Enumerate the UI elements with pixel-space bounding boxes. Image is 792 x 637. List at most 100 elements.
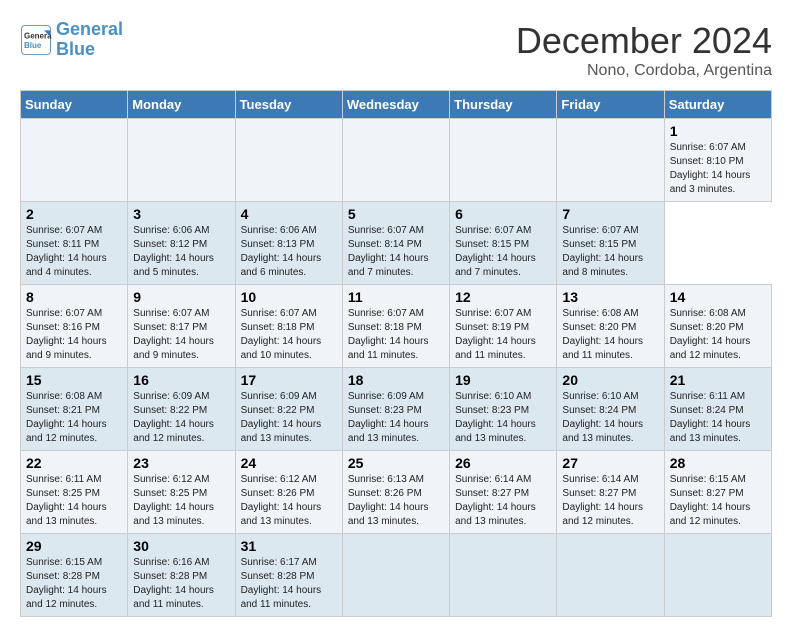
day-number: 5	[348, 206, 444, 222]
day-number: 19	[455, 372, 551, 388]
day-cell-22: 22Sunrise: 6:11 AMSunset: 8:25 PMDayligh…	[21, 451, 128, 534]
day-info: Sunrise: 6:10 AMSunset: 8:24 PMDaylight:…	[562, 390, 658, 446]
day-cell-26: 26 Sunrise: 6:14 AMSunset: 8:27 PMDayligh…	[450, 451, 557, 534]
day-cell-18: 18Sunrise: 6:09 AMSunset: 8:23 PMDayligh…	[342, 368, 449, 451]
day-info: Sunrise: 6:14 AMSunset: 8:27 PMDaylight:…	[455, 473, 551, 529]
day-number: 1	[670, 123, 766, 139]
day-number: 11	[348, 289, 444, 305]
day-number: 21	[670, 372, 766, 388]
day-info: Sunrise: 6:08 AMSunset: 8:20 PMDaylight:…	[562, 307, 658, 363]
day-info: Sunrise: 6:17 AMSunset: 8:28 PMDaylight:…	[241, 556, 337, 612]
day-info: Sunrise: 6:06 AMSunset: 8:12 PMDaylight:…	[133, 224, 229, 280]
day-cell-19: 19 Sunrise: 6:10 AMSunset: 8:23 PMDayligh…	[450, 368, 557, 451]
day-number: 23	[133, 455, 229, 471]
title-section: December 2024 Nono, Cordoba, Argentina	[516, 20, 772, 80]
day-cell-2: 2Sunrise: 6:07 AMSunset: 8:11 PMDaylight…	[21, 202, 128, 285]
header-tuesday: Tuesday	[235, 91, 342, 119]
day-number: 15	[26, 372, 122, 388]
calendar-table: SundayMondayTuesdayWednesdayThursdayFrid…	[20, 90, 772, 617]
week-row-1: 1 Sunrise: 6:07 AMSunset: 8:10 PMDaylight…	[21, 119, 772, 202]
day-number: 31	[241, 538, 337, 554]
day-number: 24	[241, 455, 337, 471]
day-number: 17	[241, 372, 337, 388]
day-cell-13: 13 Sunrise: 6:08 AMSunset: 8:20 PMDayligh…	[557, 285, 664, 368]
day-cell-11: 11Sunrise: 6:07 AMSunset: 8:18 PMDayligh…	[342, 285, 449, 368]
day-number: 30	[133, 538, 229, 554]
logo: General Blue General Blue	[20, 20, 123, 60]
day-cell-14: 14Sunrise: 6:08 AMSunset: 8:20 PMDayligh…	[664, 285, 771, 368]
logo-text: General Blue	[56, 20, 123, 60]
day-cell-31: 31 Sunrise: 6:17 AMSunset: 8:28 PMDayligh…	[235, 534, 342, 617]
day-info: Sunrise: 6:12 AMSunset: 8:25 PMDaylight:…	[133, 473, 229, 529]
empty-cell	[342, 119, 449, 202]
day-number: 4	[241, 206, 337, 222]
day-number: 13	[562, 289, 658, 305]
day-cell-8: 8Sunrise: 6:07 AMSunset: 8:16 PMDaylight…	[21, 285, 128, 368]
logo-icon: General Blue	[20, 24, 52, 56]
week-row-4: 15Sunrise: 6:08 AMSunset: 8:21 PMDayligh…	[21, 368, 772, 451]
day-number: 20	[562, 372, 658, 388]
day-cell-3: 3Sunrise: 6:06 AMSunset: 8:12 PMDaylight…	[128, 202, 235, 285]
day-info: Sunrise: 6:10 AMSunset: 8:23 PMDaylight:…	[455, 390, 551, 446]
header-wednesday: Wednesday	[342, 91, 449, 119]
empty-cell	[450, 534, 557, 617]
day-number: 18	[348, 372, 444, 388]
day-number: 7	[562, 206, 658, 222]
day-cell-16: 16 Sunrise: 6:09 AMSunset: 8:22 PMDayligh…	[128, 368, 235, 451]
header-saturday: Saturday	[664, 91, 771, 119]
page-header: General Blue General Blue December 2024 …	[20, 20, 772, 80]
day-cell-23: 23 Sunrise: 6:12 AMSunset: 8:25 PMDayligh…	[128, 451, 235, 534]
day-info: Sunrise: 6:07 AMSunset: 8:11 PMDaylight:…	[26, 224, 122, 280]
day-info: Sunrise: 6:07 AMSunset: 8:10 PMDaylight:…	[670, 141, 766, 197]
day-info: Sunrise: 6:12 AMSunset: 8:26 PMDaylight:…	[241, 473, 337, 529]
day-cell-12: 12Sunrise: 6:07 AMSunset: 8:19 PMDayligh…	[450, 285, 557, 368]
day-number: 29	[26, 538, 122, 554]
day-info: Sunrise: 6:09 AMSunset: 8:22 PMDaylight:…	[133, 390, 229, 446]
empty-cell	[664, 534, 771, 617]
empty-cell	[557, 534, 664, 617]
day-info: Sunrise: 6:07 AMSunset: 8:16 PMDaylight:…	[26, 307, 122, 363]
day-number: 27	[562, 455, 658, 471]
empty-cell	[450, 119, 557, 202]
day-info: Sunrise: 6:07 AMSunset: 8:15 PMDaylight:…	[562, 224, 658, 280]
day-cell-29: 29 Sunrise: 6:15 AMSunset: 8:28 PMDayligh…	[21, 534, 128, 617]
header-sunday: Sunday	[21, 91, 128, 119]
day-info: Sunrise: 6:07 AMSunset: 8:14 PMDaylight:…	[348, 224, 444, 280]
empty-cell	[128, 119, 235, 202]
day-number: 16	[133, 372, 229, 388]
day-cell-7: 7 Sunrise: 6:07 AMSunset: 8:15 PMDaylight…	[557, 202, 664, 285]
header-monday: Monday	[128, 91, 235, 119]
week-row-3: 8Sunrise: 6:07 AMSunset: 8:16 PMDaylight…	[21, 285, 772, 368]
day-info: Sunrise: 6:09 AMSunset: 8:22 PMDaylight:…	[241, 390, 337, 446]
empty-cell	[235, 119, 342, 202]
svg-text:Blue: Blue	[24, 41, 42, 50]
day-info: Sunrise: 6:11 AMSunset: 8:24 PMDaylight:…	[670, 390, 766, 446]
day-info: Sunrise: 6:15 AMSunset: 8:28 PMDaylight:…	[26, 556, 122, 612]
day-cell-1: 1 Sunrise: 6:07 AMSunset: 8:10 PMDaylight…	[664, 119, 771, 202]
day-cell-6: 6 Sunrise: 6:07 AMSunset: 8:15 PMDaylight…	[450, 202, 557, 285]
location: Nono, Cordoba, Argentina	[516, 62, 772, 80]
header-row: SundayMondayTuesdayWednesdayThursdayFrid…	[21, 91, 772, 119]
empty-cell	[342, 534, 449, 617]
day-cell-27: 27 Sunrise: 6:14 AMSunset: 8:27 PMDayligh…	[557, 451, 664, 534]
day-cell-15: 15Sunrise: 6:08 AMSunset: 8:21 PMDayligh…	[21, 368, 128, 451]
month-title: December 2024	[516, 20, 772, 62]
day-info: Sunrise: 6:07 AMSunset: 8:15 PMDaylight:…	[455, 224, 551, 280]
day-cell-17: 17 Sunrise: 6:09 AMSunset: 8:22 PMDayligh…	[235, 368, 342, 451]
day-cell-28: 28 Sunrise: 6:15 AMSunset: 8:27 PMDayligh…	[664, 451, 771, 534]
day-number: 26	[455, 455, 551, 471]
day-info: Sunrise: 6:15 AMSunset: 8:27 PMDaylight:…	[670, 473, 766, 529]
empty-cell	[21, 119, 128, 202]
day-cell-30: 30Sunrise: 6:16 AMSunset: 8:28 PMDayligh…	[128, 534, 235, 617]
day-info: Sunrise: 6:07 AMSunset: 8:18 PMDaylight:…	[241, 307, 337, 363]
day-number: 28	[670, 455, 766, 471]
day-cell-25: 25Sunrise: 6:13 AMSunset: 8:26 PMDayligh…	[342, 451, 449, 534]
day-info: Sunrise: 6:07 AMSunset: 8:17 PMDaylight:…	[133, 307, 229, 363]
day-cell-20: 20 Sunrise: 6:10 AMSunset: 8:24 PMDayligh…	[557, 368, 664, 451]
day-cell-9: 9Sunrise: 6:07 AMSunset: 8:17 PMDaylight…	[128, 285, 235, 368]
day-number: 6	[455, 206, 551, 222]
day-number: 14	[670, 289, 766, 305]
day-info: Sunrise: 6:07 AMSunset: 8:19 PMDaylight:…	[455, 307, 551, 363]
day-info: Sunrise: 6:14 AMSunset: 8:27 PMDaylight:…	[562, 473, 658, 529]
empty-cell	[557, 119, 664, 202]
